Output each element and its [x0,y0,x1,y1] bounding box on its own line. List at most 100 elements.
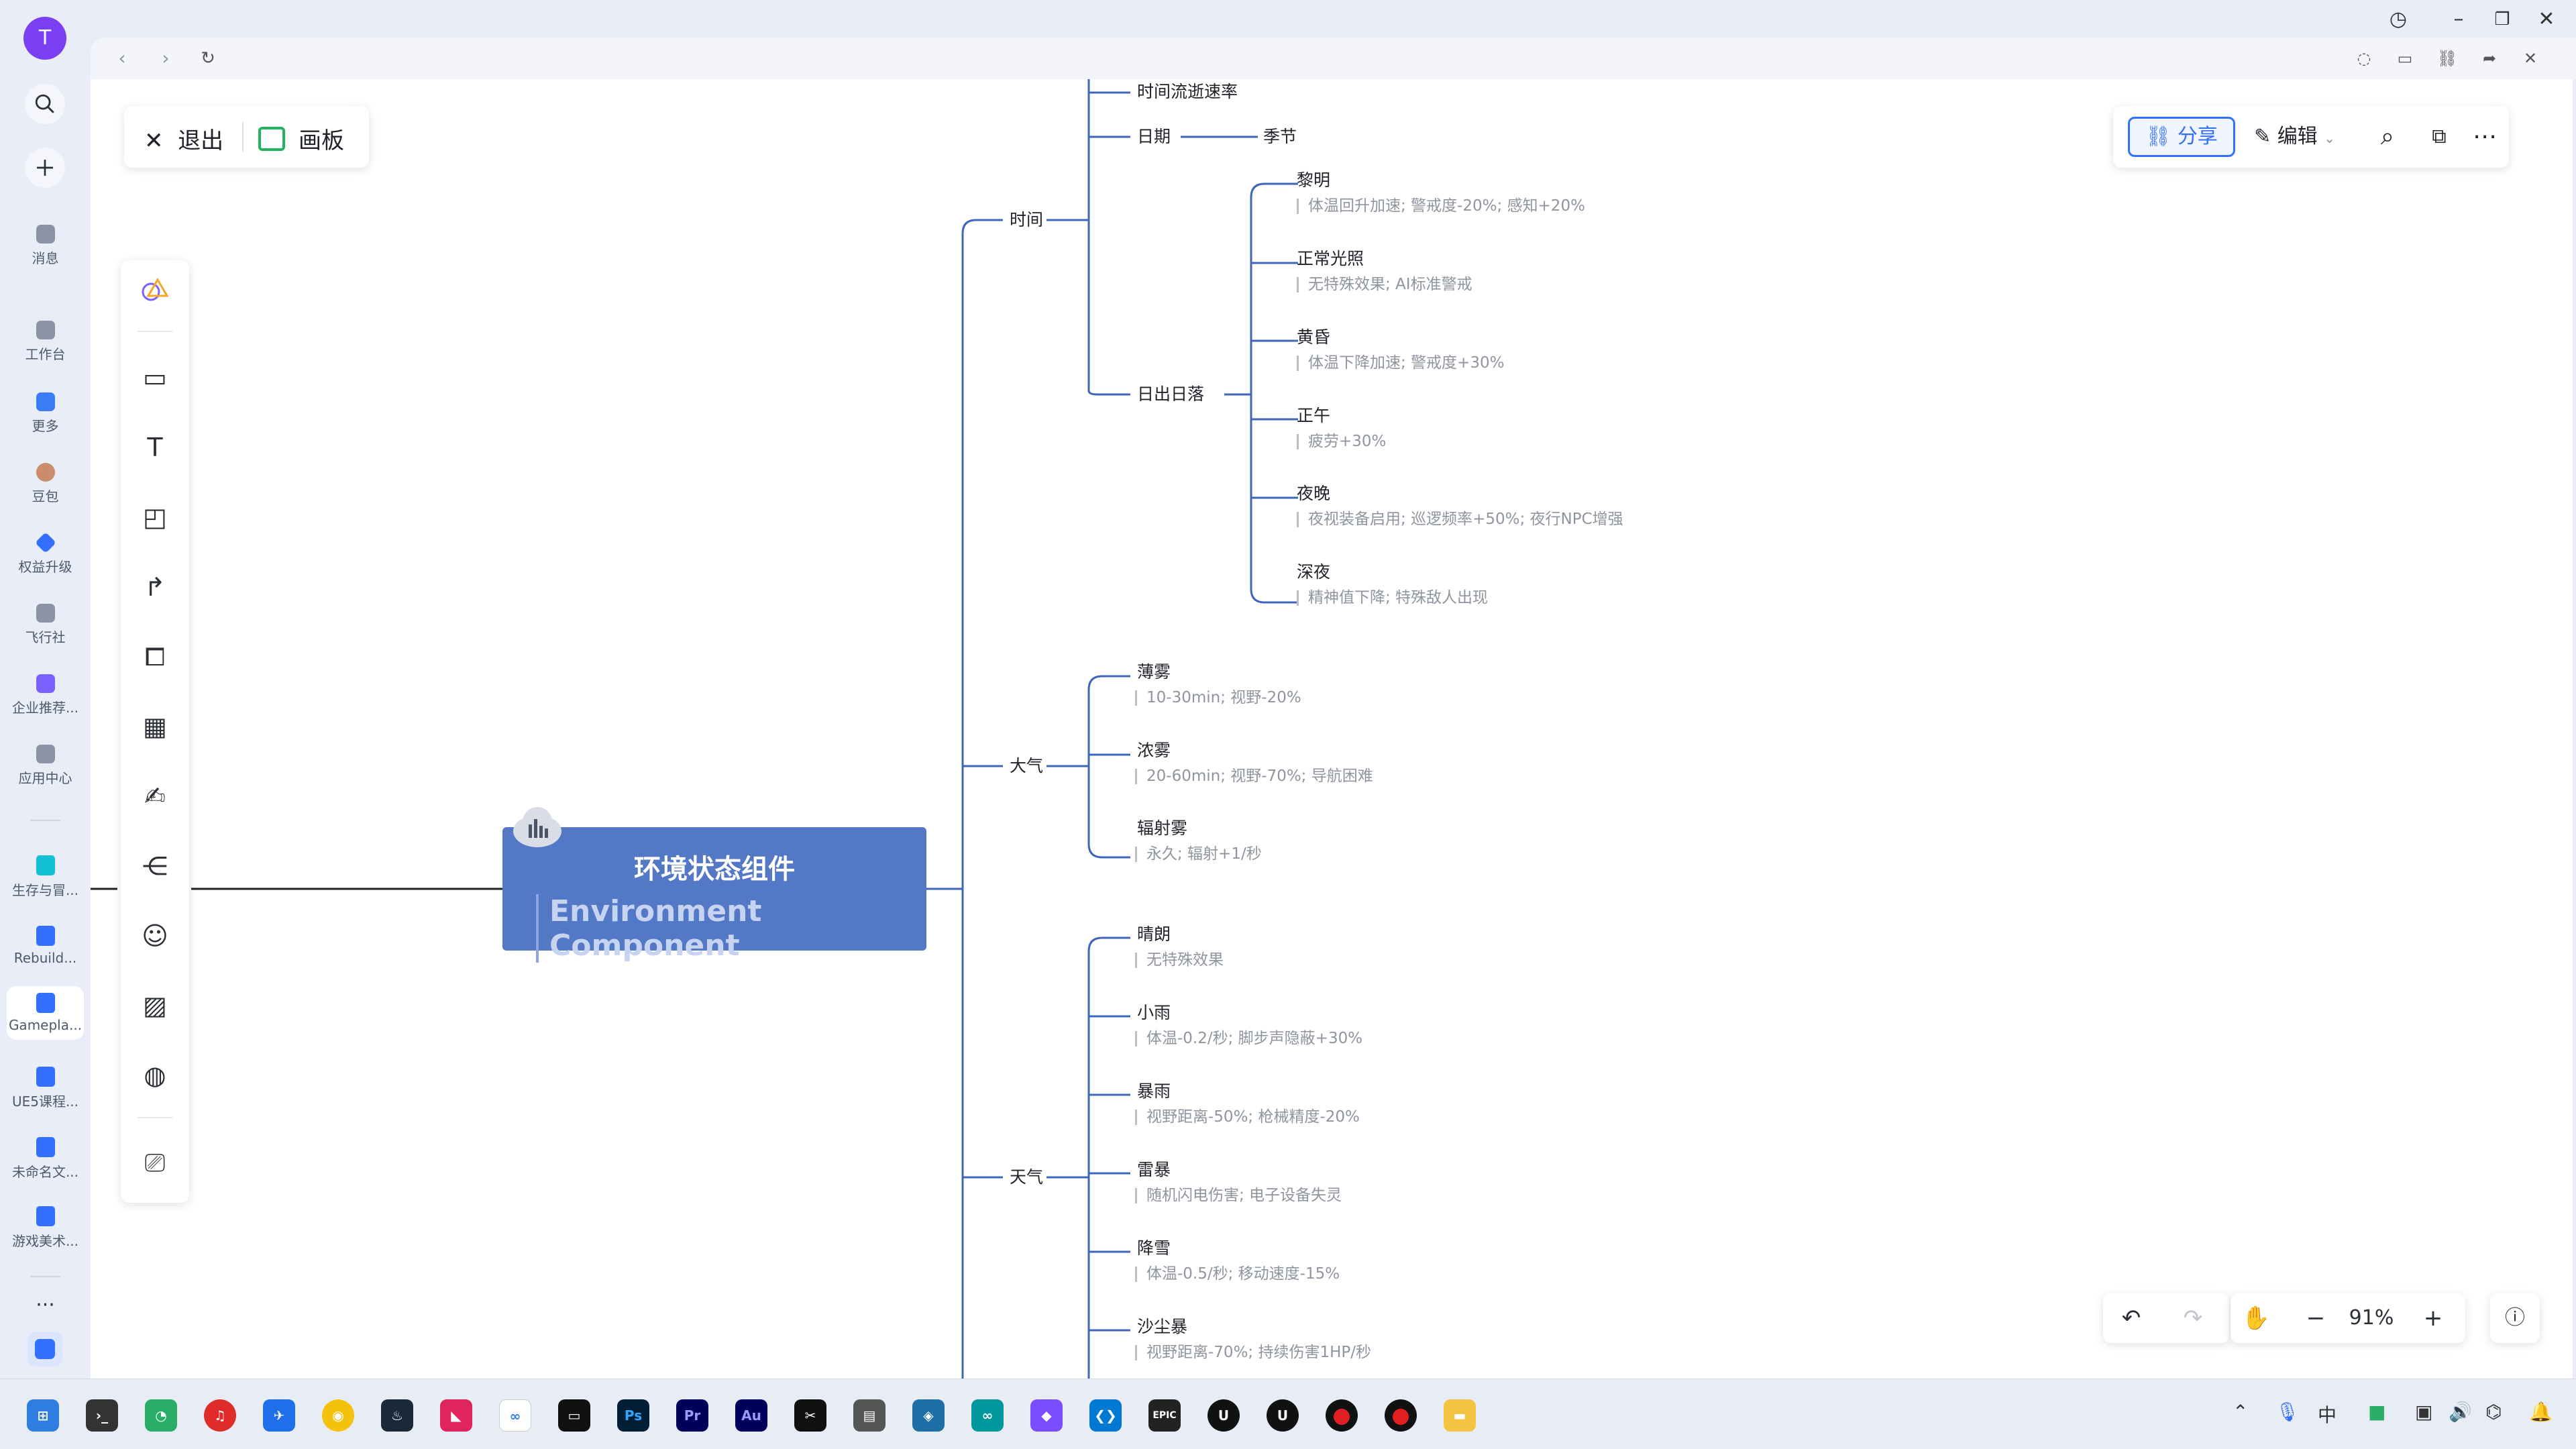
terminal-icon[interactable]: ›_ [86,1399,118,1432]
exit-button[interactable]: ✕ 退出 [144,122,223,155]
wechat-icon[interactable]: ◔ [145,1399,177,1432]
rail-item-messages[interactable]: 消息 [0,225,91,267]
rail-doc-rebuild[interactable]: Rebuild... [0,926,91,966]
refresh-icon[interactable]: ↻ [197,47,219,70]
tray-overflow-icon[interactable]: ⌃ [2233,1401,2248,1423]
netease-music-icon[interactable]: ♫ [204,1399,236,1432]
node-phase[interactable]: 黎明 [1297,172,1330,189]
photoshop-icon[interactable]: Ps [617,1399,649,1432]
forward-icon[interactable]: › [154,47,177,70]
node-weather[interactable]: 雷暴 [1137,1161,1171,1178]
undo-icon[interactable]: ↶ [2116,1303,2146,1333]
node-weather[interactable]: 暴雨 [1137,1083,1171,1099]
close-window-button[interactable]: ✕ [2531,4,2562,35]
rail-item-enterprise[interactable]: 企业推荐... [0,674,91,716]
node-weather[interactable]: 晴朗 [1137,926,1171,943]
node-phase[interactable]: 正午 [1297,407,1330,424]
app-icon[interactable]: ◣ [440,1399,472,1432]
close-tab-icon[interactable]: ✕ [2519,47,2542,70]
node-phase[interactable]: 深夜 [1297,564,1330,580]
board-button[interactable]: 画板 [258,122,344,155]
chrome-icon[interactable]: ◉ [322,1399,354,1432]
unreal-icon[interactable]: U [1267,1399,1299,1432]
display-icon[interactable]: ▣ [2415,1401,2432,1423]
record-icon[interactable] [1326,1399,1358,1432]
vscode-icon[interactable]: ❮❯ [1089,1399,1122,1432]
search-button[interactable] [25,84,65,124]
ime-indicator[interactable]: 中 [2318,1401,2337,1428]
windows-start-icon[interactable]: ⊞ [27,1399,59,1432]
rail-doc-gameplay[interactable]: Gamepla... [7,986,84,1040]
zoom-level[interactable]: 91% [2345,1303,2398,1333]
share-arrow-icon[interactable]: ➦ [2478,47,2501,70]
node-date[interactable]: 日期 [1137,128,1171,145]
link-icon[interactable]: ⛓ [2436,47,2459,70]
zoom-in-icon[interactable]: + [2418,1303,2448,1333]
file-explorer-icon[interactable]: ▬ [1444,1399,1476,1432]
outline-icon[interactable]: ⧉ [2423,121,2455,153]
rail-item-upgrade[interactable]: 权益升级 [0,532,91,576]
capcut-icon[interactable]: ✂ [794,1399,826,1432]
branch-atmosphere[interactable]: 大气 [1010,757,1043,774]
node-season[interactable]: 季节 [1263,128,1297,145]
premiere-icon[interactable]: Pr [676,1399,708,1432]
rail-item-more[interactable]: 更多 [0,392,91,435]
search-icon[interactable]: ⌕ [2371,121,2404,153]
zoom-out-icon[interactable]: − [2301,1303,2330,1333]
shapes-icon[interactable] [138,274,172,307]
rail-item-flight[interactable]: 飞行社 [0,604,91,646]
user-avatar[interactable]: T [23,17,66,60]
mindmap-icon[interactable]: ⋲ [138,849,172,883]
sticker-icon[interactable]: ☺ [138,919,172,953]
rail-more-button[interactable]: ··· [0,1293,91,1317]
mindmap-root-node[interactable]: 环境状态组件 Environment Component [502,807,926,963]
share-button[interactable]: ⛓ 分享 [2128,117,2235,157]
rail-item-doubao[interactable]: 豆包 [0,463,91,505]
rail-app-shortcut[interactable] [28,1332,62,1366]
arduino-icon[interactable]: ∞ [971,1399,1004,1432]
node-atmosphere[interactable]: 薄雾 [1137,663,1171,680]
record-icon[interactable] [1385,1399,1417,1432]
audition-icon[interactable]: Au [735,1399,767,1432]
restore-button[interactable]: ❐ [2487,4,2518,35]
node-weather[interactable]: 沙尘暴 [1137,1318,1187,1335]
meta-icon[interactable]: ∞ [499,1399,531,1432]
node-weather[interactable]: 小雨 [1137,1004,1171,1021]
node-phase[interactable]: 夜晚 [1297,485,1330,502]
table-icon[interactable]: ▦ [138,710,172,743]
notification-icon[interactable]: 🔔 [2529,1401,2553,1423]
edit-button[interactable]: ✎ 编辑 ⌄ [2254,117,2335,157]
node-time-flow-rate[interactable]: 时间流逝速率 [1137,83,1238,100]
node-phase[interactable]: 正常光照 [1297,250,1364,267]
network-icon[interactable]: ⌬ [2485,1401,2502,1423]
rail-item-app-center[interactable]: 应用中心 [0,745,91,787]
help-icon[interactable]: ⓘ [2500,1303,2530,1333]
oculus-icon[interactable]: ▭ [558,1399,590,1432]
rail-doc-game-art[interactable]: 游戏美术... [0,1206,91,1250]
unreal-icon[interactable]: U [1208,1399,1240,1432]
feishu-icon[interactable]: ✈ [263,1399,295,1432]
sticky-note-icon[interactable]: ◰ [138,500,172,534]
app-tray-icon[interactable]: ■ [2368,1401,2385,1423]
whiteboard-canvas[interactable]: 环境状态组件 Environment Component 时间 大气 天气 时间… [91,79,2573,1379]
connector-icon[interactable]: ↱ [138,570,172,604]
text-icon[interactable]: T [138,431,172,464]
minimize-button[interactable]: – [2443,4,2474,35]
rail-doc-untitled[interactable]: 未命名文... [0,1137,91,1181]
window-icon[interactable]: ▭ [2394,47,2416,70]
calculator-icon[interactable]: ▤ [853,1399,885,1432]
node-sunrise-sunset[interactable]: 日出日落 [1137,386,1204,402]
epic-games-icon[interactable]: EPIC [1148,1399,1181,1432]
visual-studio-icon[interactable]: ◆ [1030,1399,1063,1432]
palette-icon[interactable]: ◍ [138,1059,172,1092]
pen-icon[interactable]: ✍ [138,780,172,813]
hand-icon[interactable]: ✋ [2241,1303,2271,1333]
branch-time[interactable]: 时间 [1010,211,1043,228]
rectangle-icon[interactable]: ▭ [138,361,172,394]
image-icon[interactable]: ▨ [138,989,172,1022]
microphone-icon[interactable]: 🎙 [2275,1401,2300,1423]
node-weather[interactable]: 降雪 [1137,1240,1171,1256]
volume-icon[interactable]: 🔊 [2449,1401,2472,1423]
rail-doc-survival[interactable]: 生存与冒... [0,855,91,899]
history-icon[interactable]: ◷ [2383,4,2414,35]
